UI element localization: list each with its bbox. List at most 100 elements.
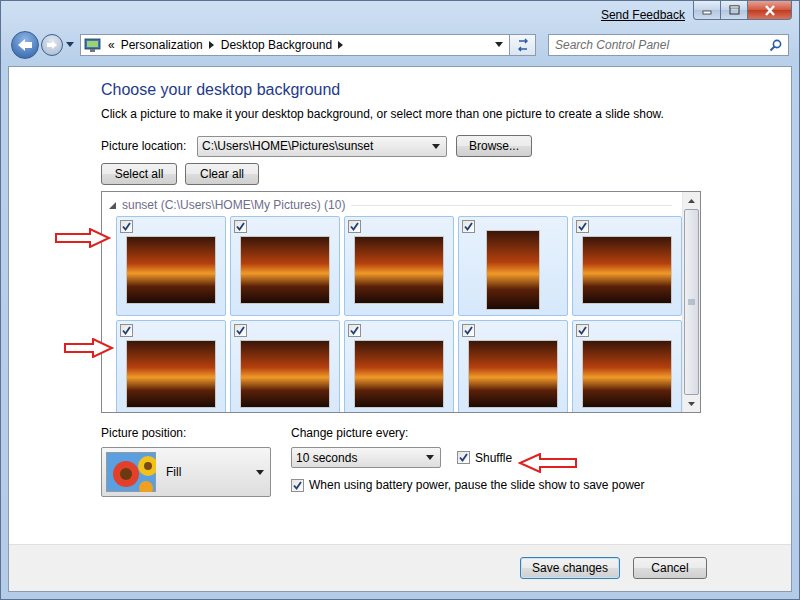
change-interval-dropdown[interactable]: 10 seconds bbox=[291, 447, 441, 468]
battery-label: When using battery power, pause the slid… bbox=[309, 478, 645, 492]
breadcrumb-item[interactable]: Personalization bbox=[121, 38, 203, 52]
picture-tile[interactable] bbox=[344, 216, 454, 316]
search-box[interactable]: Search Control Panel bbox=[548, 34, 789, 56]
minimize-icon bbox=[702, 5, 712, 15]
checkmark-icon bbox=[292, 480, 303, 491]
picture-tile[interactable] bbox=[458, 216, 568, 316]
picture-tile[interactable] bbox=[230, 216, 340, 316]
picture-thumbnail bbox=[240, 340, 330, 408]
picture-position-dropdown[interactable]: Fill bbox=[101, 447, 271, 497]
checkmark-icon bbox=[463, 221, 474, 232]
picture-position-label: Picture position: bbox=[101, 426, 291, 440]
breadcrumb-arrow-icon[interactable] bbox=[209, 41, 215, 49]
picture-checkbox[interactable] bbox=[576, 324, 589, 337]
picture-gallery: sunset (C:\Users\HOME\My Pictures) (10) bbox=[101, 191, 701, 413]
picture-thumbnail bbox=[126, 340, 216, 408]
change-interval-label: Change picture every: bbox=[291, 426, 645, 440]
selection-button[interactable]: Select all bbox=[101, 163, 177, 185]
maximize-button[interactable] bbox=[720, 1, 748, 20]
page-title: Choose your desktop background bbox=[101, 80, 791, 100]
minimize-button[interactable] bbox=[693, 1, 721, 20]
control-panel-icon bbox=[84, 37, 102, 53]
shuffle-label: Shuffle bbox=[475, 451, 512, 465]
magnifier-icon bbox=[769, 39, 782, 52]
picture-tile[interactable] bbox=[116, 320, 226, 412]
picture-checkbox[interactable] bbox=[348, 324, 361, 337]
picture-tile[interactable] bbox=[458, 320, 568, 412]
picture-tile[interactable] bbox=[230, 320, 340, 412]
send-feedback-link[interactable]: Send Feedback bbox=[601, 8, 685, 22]
picture-thumbnail bbox=[354, 340, 444, 408]
checkmark-icon bbox=[577, 325, 588, 336]
slideshow-settings: Picture position: Fill Change picture ever… bbox=[101, 426, 791, 497]
picture-checkbox[interactable] bbox=[234, 324, 247, 337]
picture-position-value: Fill bbox=[166, 465, 246, 479]
close-button[interactable] bbox=[747, 1, 792, 20]
picture-checkbox[interactable] bbox=[234, 220, 247, 233]
picture-checkbox[interactable] bbox=[576, 220, 589, 233]
breadcrumb-item[interactable]: Desktop Background bbox=[221, 38, 332, 52]
picture-checkbox[interactable] bbox=[462, 220, 475, 233]
back-button[interactable] bbox=[11, 31, 39, 59]
picture-location-label: Picture location: bbox=[101, 139, 197, 153]
picture-location-row: Picture location:C:\Users\HOME\Pictures\… bbox=[101, 135, 791, 157]
picture-thumbnail bbox=[354, 236, 444, 304]
picture-checkbox[interactable] bbox=[120, 220, 133, 233]
red-arrow-icon bbox=[518, 453, 578, 473]
checkmark-icon bbox=[235, 325, 246, 336]
window-controls bbox=[694, 1, 792, 20]
address-bar[interactable]: « Personalization Desktop Background bbox=[80, 34, 510, 56]
dialog-button[interactable]: Cancel bbox=[633, 557, 707, 579]
dropdown-arrow-icon bbox=[426, 455, 434, 460]
breadcrumb-arrow-icon[interactable] bbox=[338, 41, 344, 49]
breadcrumb-overflow[interactable]: « bbox=[108, 38, 115, 52]
picture-location-dropdown[interactable]: C:\Users\HOME\Pictures\sunset bbox=[197, 136, 447, 157]
picture-thumbnail bbox=[582, 340, 672, 408]
refresh-icon bbox=[516, 38, 530, 52]
picture-grid bbox=[116, 216, 682, 412]
group-header[interactable]: sunset (C:\Users\HOME\My Pictures) (10) bbox=[109, 197, 682, 213]
expand-triangle-icon[interactable] bbox=[109, 202, 116, 209]
picture-checkbox[interactable] bbox=[462, 324, 475, 337]
maximize-icon bbox=[729, 5, 740, 15]
picture-tile[interactable] bbox=[344, 320, 454, 412]
change-interval-value: 10 seconds bbox=[296, 451, 357, 465]
battery-checkbox[interactable]: When using battery power, pause the slid… bbox=[291, 478, 645, 492]
scroll-down-button[interactable] bbox=[683, 395, 700, 412]
scroll-thumb[interactable] bbox=[684, 209, 699, 395]
title-bar: Send Feedback bbox=[1, 1, 799, 30]
shuffle-checkbox[interactable]: Shuffle bbox=[457, 451, 512, 465]
refresh-button[interactable] bbox=[510, 34, 536, 56]
grip-icon bbox=[688, 299, 695, 306]
main-area: Choose your desktop backgroundClick a pi… bbox=[9, 67, 791, 544]
picture-tile[interactable] bbox=[572, 216, 682, 316]
checkmark-icon bbox=[349, 221, 360, 232]
browse-button[interactable]: Browse... bbox=[456, 135, 532, 157]
forward-arrow-icon bbox=[46, 40, 58, 50]
gallery-list: sunset (C:\Users\HOME\My Pictures) (10) bbox=[102, 192, 682, 412]
scroll-up-icon bbox=[688, 199, 695, 203]
checkmark-icon bbox=[577, 221, 588, 232]
scroll-up-button[interactable] bbox=[683, 192, 700, 209]
close-icon bbox=[764, 5, 776, 16]
address-dropdown-icon[interactable] bbox=[495, 42, 503, 48]
history-dropdown-icon[interactable] bbox=[66, 42, 74, 48]
picture-thumbnail bbox=[126, 236, 216, 304]
checkmark-icon bbox=[121, 325, 132, 336]
picture-tile[interactable] bbox=[572, 320, 682, 412]
content-panel: Choose your desktop backgroundClick a pi… bbox=[8, 66, 792, 592]
selection-button[interactable]: Clear all bbox=[185, 163, 259, 185]
picture-thumbnail bbox=[486, 230, 540, 310]
red-arrow-icon bbox=[63, 338, 115, 358]
picture-checkbox[interactable] bbox=[120, 324, 133, 337]
navigation-bar: « Personalization Desktop Background Search… bbox=[1, 30, 799, 60]
vertical-scrollbar[interactable] bbox=[682, 192, 700, 412]
picture-checkbox[interactable] bbox=[348, 220, 361, 233]
flower-picture-icon bbox=[106, 452, 156, 492]
search-placeholder: Search Control Panel bbox=[555, 38, 669, 52]
checkmark-icon bbox=[463, 325, 474, 336]
picture-thumbnail bbox=[468, 340, 558, 408]
dialog-button[interactable]: Save changes bbox=[520, 557, 620, 579]
forward-button[interactable] bbox=[41, 34, 63, 56]
picture-tile[interactable] bbox=[116, 216, 226, 316]
